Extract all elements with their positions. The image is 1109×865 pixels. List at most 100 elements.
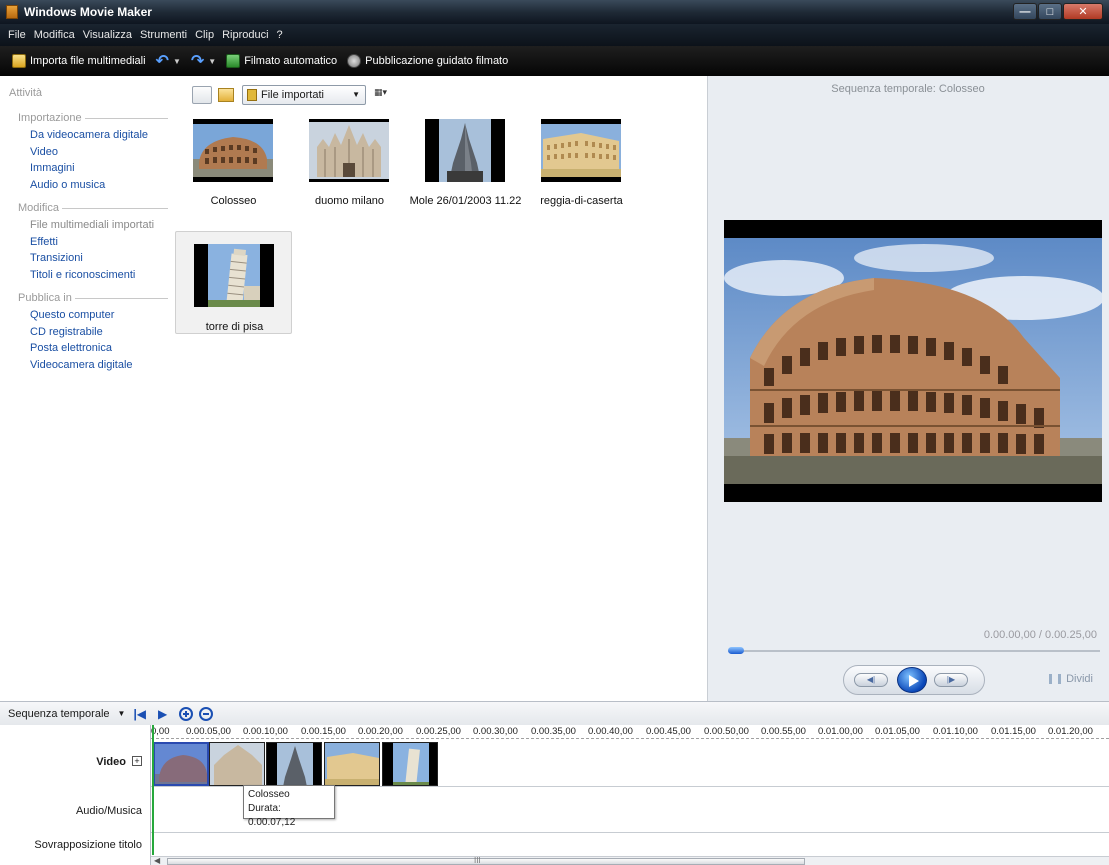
ruler-tick: 0.00.10,00 bbox=[243, 726, 288, 737]
media-item[interactable]: duomo milano bbox=[291, 119, 408, 222]
timeline-clip-colosseo[interactable] bbox=[153, 742, 209, 786]
timeline: Video + Audio/Musica Sovrapposizione tit… bbox=[0, 725, 1109, 865]
section-head: Importazione bbox=[18, 112, 168, 124]
timeline-playhead[interactable] bbox=[152, 725, 154, 855]
close-button[interactable]: ✕ bbox=[1063, 3, 1103, 20]
menu-modifica[interactable]: Modifica bbox=[34, 29, 75, 41]
title-overlay-track[interactable] bbox=[151, 833, 1109, 857]
timeline-horizontal-scrollbar[interactable]: ◀ III bbox=[151, 856, 1109, 865]
seek-bar[interactable] bbox=[728, 650, 1100, 652]
pisa-image bbox=[194, 244, 274, 307]
menu-visualizza[interactable]: Visualizza bbox=[83, 29, 132, 41]
preview-screen bbox=[724, 220, 1102, 502]
maximize-button[interactable]: □ bbox=[1038, 3, 1062, 20]
timeline-clip-reggia[interactable] bbox=[324, 742, 380, 786]
menu-strumenti[interactable]: Strumenti bbox=[140, 29, 187, 41]
auto-movie-icon bbox=[226, 54, 241, 68]
zoom-out-icon[interactable] bbox=[199, 706, 214, 721]
task-link[interactable]: Videocamera digitale bbox=[30, 357, 168, 374]
media-item-selected[interactable]: torre di pisa bbox=[175, 231, 292, 334]
ruler-tick: 0.01.20,00 bbox=[1048, 726, 1093, 737]
reggia-image bbox=[541, 119, 621, 182]
movie-maker-icon bbox=[6, 5, 18, 19]
title-overlay-track-label: Sovrapposizione titolo bbox=[34, 839, 142, 851]
timeline-clip-pisa[interactable] bbox=[382, 742, 438, 786]
menu-clip[interactable]: Clip bbox=[195, 29, 214, 41]
media-item[interactable]: Colosseo bbox=[175, 119, 292, 222]
scrollbar-thumb[interactable]: III bbox=[167, 856, 805, 865]
folder-icon bbox=[247, 89, 257, 101]
redo-dropdown-icon[interactable]: ▼ bbox=[208, 57, 216, 66]
clip-tooltip: Colosseo Durata: 0.00.07,12 bbox=[243, 785, 335, 828]
redo-icon[interactable]: ↷ bbox=[191, 51, 204, 71]
publish-movie-button[interactable]: Pubblicazione guidato filmato bbox=[347, 54, 508, 68]
play-timeline-icon[interactable]: ▶ bbox=[158, 707, 167, 721]
play-button[interactable] bbox=[897, 667, 927, 693]
media-item-label: duomo milano bbox=[314, 195, 385, 207]
video-track[interactable] bbox=[151, 739, 1109, 787]
task-link[interactable]: Titoli e riconoscimenti bbox=[30, 267, 168, 284]
menu-help[interactable]: ? bbox=[277, 29, 283, 41]
menu-riproduci[interactable]: Riproduci bbox=[222, 29, 268, 41]
ruler-tick: 0.00.15,00 bbox=[301, 726, 346, 737]
auto-movie-label: Filmato automatico bbox=[244, 55, 338, 67]
duomo-image bbox=[309, 119, 389, 182]
section-head: Modifica bbox=[18, 202, 168, 214]
scrollbar-grip: III bbox=[474, 856, 481, 865]
ruler-tick: 0.01.00,00 bbox=[818, 726, 863, 737]
task-link[interactable]: Immagini bbox=[30, 160, 168, 177]
task-link[interactable]: Da videocamera digitale bbox=[30, 127, 168, 144]
section-import: Importazione Da videocamera digitale Vid… bbox=[18, 112, 168, 193]
zoom-in-icon[interactable] bbox=[179, 706, 194, 721]
split-button[interactable]: Dividi bbox=[1049, 673, 1093, 685]
import-media-button[interactable]: Importa file multimediali bbox=[12, 54, 146, 68]
preview-monitor: Sequenza temporale: Colosseo 0.00.00,00 … bbox=[707, 76, 1109, 701]
timeline-ruler[interactable]: 0,00 0.00.05,00 0.00.10,00 0.00.15,00 0.… bbox=[151, 725, 1109, 739]
collection-selector[interactable]: File importati ▼ bbox=[242, 85, 366, 105]
task-link[interactable]: Posta elettronica bbox=[30, 340, 168, 357]
ruler-tick: 0.01.10,00 bbox=[933, 726, 978, 737]
scroll-left-icon[interactable]: ◀ bbox=[154, 856, 160, 865]
task-link[interactable]: Video bbox=[30, 144, 168, 161]
timeline-clip-mole[interactable] bbox=[266, 742, 322, 786]
task-link[interactable]: Effetti bbox=[30, 234, 168, 251]
view-options-icon[interactable]: ▦▾ bbox=[374, 87, 396, 103]
seek-handle[interactable] bbox=[728, 647, 744, 654]
toggle-tasks-button[interactable] bbox=[192, 86, 212, 104]
media-item[interactable]: Mole 26/01/2003 11.22 bbox=[407, 119, 524, 222]
task-link[interactable]: Transizioni bbox=[30, 250, 168, 267]
collection-selector-value: File importati bbox=[261, 89, 324, 101]
publish-icon bbox=[347, 54, 362, 68]
ruler-tick: 0.00.25,00 bbox=[416, 726, 461, 737]
undo-icon[interactable]: ↶ bbox=[156, 51, 169, 71]
task-link[interactable]: CD registrabile bbox=[30, 324, 168, 341]
media-item[interactable]: reggia-di-caserta bbox=[523, 119, 640, 222]
rewind-icon[interactable]: |◀ bbox=[133, 707, 146, 721]
publish-movie-label: Pubblicazione guidato filmato bbox=[365, 55, 509, 67]
menu-file[interactable]: File bbox=[8, 29, 26, 41]
ruler-tick: 0.00.35,00 bbox=[531, 726, 576, 737]
previous-frame-button[interactable]: ◀| bbox=[854, 673, 888, 687]
ruler-tick: 0.00.20,00 bbox=[358, 726, 403, 737]
mole-image bbox=[425, 119, 505, 182]
tooltip-clip-duration: Durata: 0.00.07,12 bbox=[248, 803, 296, 828]
next-frame-button[interactable]: |▶ bbox=[934, 673, 968, 687]
minimize-button[interactable]: — bbox=[1013, 3, 1037, 20]
task-link[interactable]: Audio o musica bbox=[30, 177, 168, 194]
split-label: Dividi bbox=[1066, 673, 1093, 685]
undo-dropdown-icon[interactable]: ▼ bbox=[173, 57, 181, 66]
task-link[interactable]: Questo computer bbox=[30, 307, 168, 324]
expand-icon[interactable]: + bbox=[132, 756, 142, 766]
audio-track-label: Audio/Musica bbox=[75, 805, 142, 817]
section-head: Pubblica in bbox=[18, 292, 168, 304]
chevron-down-icon[interactable]: ▼ bbox=[118, 709, 126, 718]
window-title: Windows Movie Maker bbox=[24, 5, 152, 19]
ruler-tick: 0.00.05,00 bbox=[186, 726, 231, 737]
ruler-tick: 0.00.45,00 bbox=[646, 726, 691, 737]
timeline-clip-duomo[interactable] bbox=[209, 742, 265, 786]
task-link[interactable]: File multimediali importati bbox=[30, 217, 168, 234]
collections-folder-icon[interactable] bbox=[218, 88, 234, 102]
ruler-tick: 0.00.50,00 bbox=[704, 726, 749, 737]
timeline-view-selector[interactable]: Sequenza temporale bbox=[8, 708, 110, 720]
auto-movie-button[interactable]: Filmato automatico bbox=[226, 54, 337, 68]
